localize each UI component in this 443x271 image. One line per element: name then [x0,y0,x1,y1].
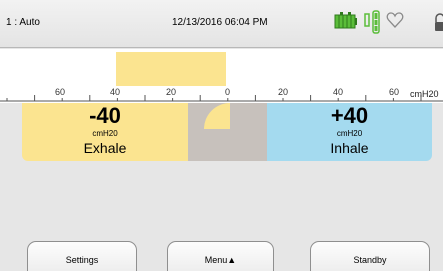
inhale-unit: cmH20 [336,129,363,138]
tick-label: 60 [55,87,66,97]
inhale-panel[interactable]: +40 cmH20 Inhale [267,103,432,161]
menu-button[interactable]: Menu▲ [167,241,274,271]
heart-icon [386,12,404,28]
exhale-value: -40 [89,103,121,128]
tick-label: 60 [389,87,400,97]
tick-label: 40 [110,87,121,97]
standby-button-label: Standby [353,255,387,265]
breath-phase-indicator [188,103,267,161]
inhale-value: +40 [330,103,369,128]
status-bar: 1 : Auto 12/13/2016 06:04 PM [0,0,443,48]
plug-icon [364,10,380,34]
inhale-label: Inhale [330,140,369,156]
standby-button[interactable]: Standby [310,241,430,271]
tick-label: 20 [166,87,177,97]
settings-button[interactable]: Settings [27,241,137,271]
pressure-gauge: 60 40 20 0 20 40 60 cmH20 [0,49,443,103]
mode-label: 1 : Auto [6,17,40,28]
exhale-panel[interactable]: -40 cmH20 Exhale [22,103,188,161]
exhale-label: Exhale [83,140,127,156]
tick-label: 20 [278,87,289,97]
battery-icon [334,12,357,29]
pressure-panels: -40 cmH20 Exhale +40 cmH20 Inhale [22,103,432,161]
settings-button-label: Settings [65,255,99,265]
gauge-axis [0,95,443,102]
menu-button-label: Menu▲ [204,255,237,265]
gauge-unit: cmH20 [410,89,439,99]
datetime-label: 12/13/2016 06:04 PM [172,17,268,28]
tick-label: 40 [333,87,344,97]
lock-icon[interactable] [434,10,443,34]
exhale-unit: cmH20 [92,129,118,138]
tick-label: 0 [225,87,231,97]
phase-wedge-icon [204,103,230,129]
